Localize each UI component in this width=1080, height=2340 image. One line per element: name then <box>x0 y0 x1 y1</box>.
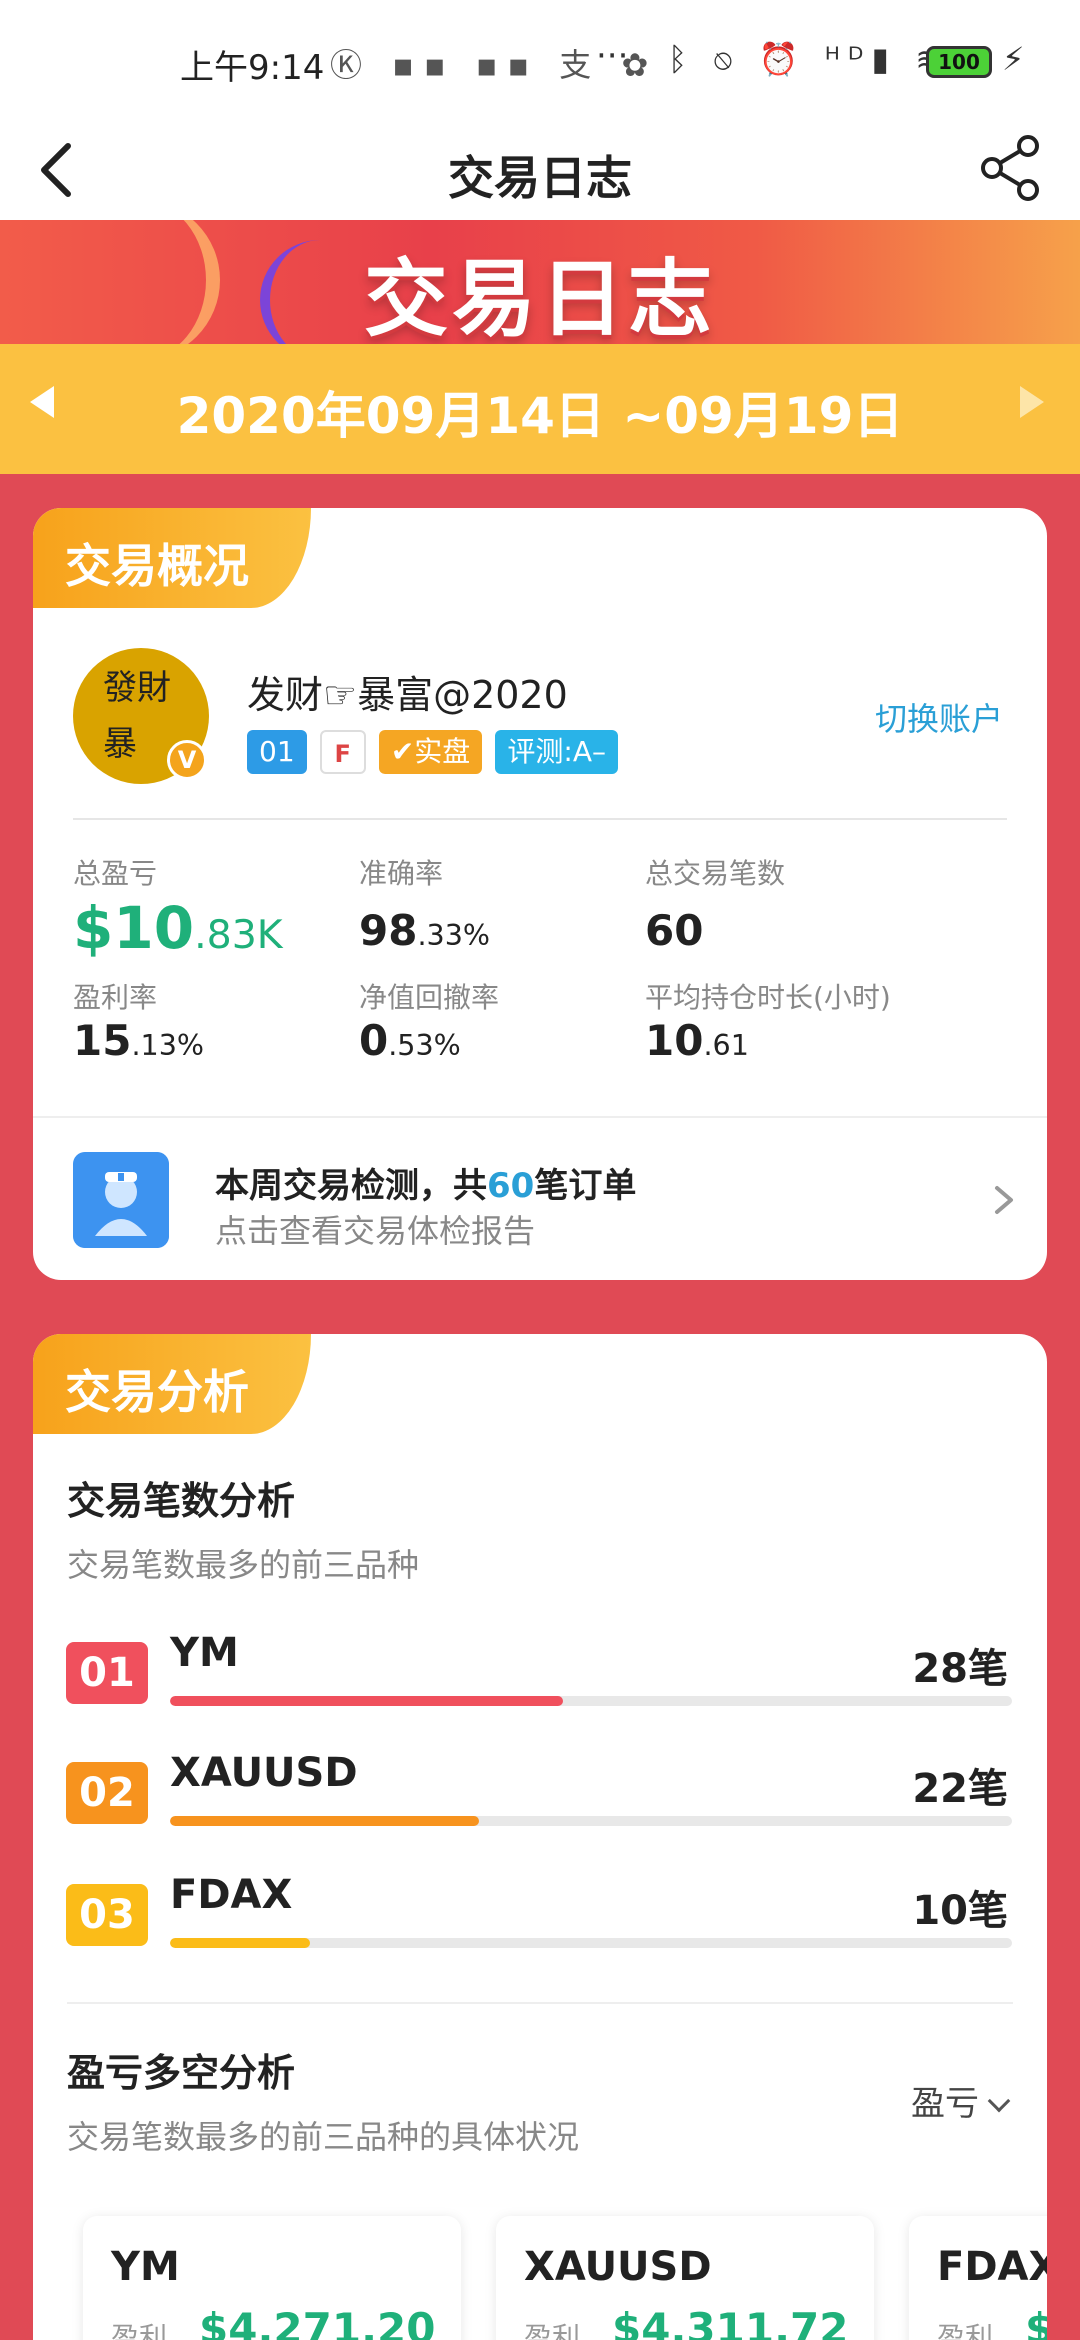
profit-rate-main: 15 <box>73 1016 132 1065</box>
overview-card: 交易概况 發財暴 V 发财☞暴富@2020 01 F ✔实盘 评测:A– 切换账… <box>33 508 1047 1280</box>
divider <box>33 1116 1047 1118</box>
rank-bar-fill <box>170 1696 563 1706</box>
avg-hold-decimal: .61 <box>703 1028 749 1062</box>
rank-badge: 03 <box>66 1884 148 1946</box>
drawdown-main: 0 <box>359 1016 389 1065</box>
divider <box>73 818 1007 820</box>
rank-bar-track <box>170 1816 1012 1826</box>
share-icon[interactable] <box>976 128 1046 208</box>
total-pl-main: $10 <box>73 894 195 962</box>
rank-bar-track <box>170 1938 1012 1948</box>
drawdown-decimal: .53% <box>388 1028 461 1062</box>
battery-icon: 100 <box>926 46 992 78</box>
avg-hold-value: 10.61 <box>645 1016 749 1065</box>
banner-title: 交易日志 <box>363 250 716 344</box>
symbol-card-value: $ <box>1025 2304 1047 2340</box>
trade-count-subtitle: 交易笔数最多的前三品种 <box>67 1546 420 1584</box>
nav-bar: 交易日志 <box>0 120 1080 220</box>
broker-logo-tag: F <box>319 730 366 774</box>
analysis-card: 交易分析 交易笔数分析 交易笔数最多的前三品种 01 YM 28笔 02 XAU… <box>33 1334 1047 2340</box>
drawdown-label: 净值回撤率 <box>359 981 500 1014</box>
verified-badge-icon: V <box>167 740 207 780</box>
next-week-icon[interactable] <box>1020 386 1044 418</box>
avg-hold-main: 10 <box>645 1016 704 1065</box>
symbol-card-label: 盈利 <box>937 2321 994 2340</box>
profit-rate-label: 盈利率 <box>73 981 158 1014</box>
trade-count-title: 交易笔数分析 <box>67 1479 296 1523</box>
rank-badge: 01 <box>66 1642 148 1704</box>
symbol-card-fdax[interactable]: FDAX 盈利 $ <box>909 2216 1047 2340</box>
profit-rate-decimal: .13% <box>131 1028 204 1062</box>
account-number-tag: 01 <box>247 730 307 774</box>
rank-bar-fill <box>170 1816 479 1826</box>
trade-check-title[interactable]: 本周交易检测，共60笔订单 <box>215 1158 636 1207</box>
rank-count: 10笔 <box>912 1888 1008 1934</box>
accuracy-decimal: .33% <box>417 918 490 952</box>
pl-type-dropdown-label: 盈亏 <box>911 2084 979 2124</box>
status-bar: 上午9:14 Ⓚ ▪▪ ▪▪ 支 ✿ ··· ᛒ ⍉ ⏰ ᴴᴰ▮ ≋ 100 ⚡ <box>0 0 1080 120</box>
switch-account-link[interactable]: 切换账户 <box>875 694 1003 740</box>
rank-symbol: XAUUSD <box>170 1750 358 1796</box>
divider <box>67 2002 1013 2004</box>
health-check-icon[interactable] <box>73 1152 169 1248</box>
total-pl-value: $10.83K <box>73 894 283 962</box>
rank-bar-track <box>170 1696 1012 1706</box>
profit-rate-value: 15.13% <box>73 1016 204 1065</box>
trade-check-subtitle[interactable]: 点击查看交易体检报告 <box>215 1206 535 1252</box>
chevron-down-icon <box>987 2089 1011 2113</box>
real-account-tag: ✔实盘 <box>378 730 483 774</box>
trade-check-title-post: 笔订单 <box>534 1166 637 1206</box>
status-time: 上午9:14 <box>180 48 325 88</box>
symbol-card-name: YM <box>111 2244 180 2290</box>
username: 发财☞暴富@2020 <box>247 673 568 717</box>
avg-hold-label: 平均持仓时长(小时) <box>645 981 891 1014</box>
rank-symbol: FDAX <box>170 1872 293 1918</box>
analysis-tab: 交易分析 <box>33 1334 311 1434</box>
rank-count: 22笔 <box>912 1766 1008 1812</box>
rating-tag: 评测:A– <box>495 730 618 774</box>
overview-tab: 交易概况 <box>33 508 311 608</box>
system-icons: ᛒ ⍉ ⏰ ᴴᴰ▮ ≋ <box>668 40 951 78</box>
drawdown-value: 0.53% <box>359 1016 461 1065</box>
accuracy-label: 准确率 <box>359 857 444 890</box>
pl-analysis-subtitle: 交易笔数最多的前三品种的具体状况 <box>67 2118 580 2156</box>
date-range-bar: 2020年09月14日 ~09月19日 <box>0 344 1080 474</box>
symbol-card-ym[interactable]: YM 盈利 $4,271.20 <box>83 2216 461 2340</box>
overview-tab-label: 交易概况 <box>65 539 249 593</box>
accuracy-value: 98.33% <box>359 906 490 955</box>
analysis-tab-label: 交易分析 <box>65 1365 249 1419</box>
symbol-card-label: 盈利 <box>111 2321 168 2340</box>
chevron-right-icon[interactable] <box>983 1180 1023 1220</box>
rank-badge: 02 <box>66 1762 148 1824</box>
symbol-card-xauusd[interactable]: XAUUSD 盈利 $4,311.72 <box>496 2216 874 2340</box>
rank-bar-fill <box>170 1938 311 1948</box>
symbol-card-name: XAUUSD <box>524 2244 712 2290</box>
charging-icon: ⚡ <box>1002 40 1025 78</box>
trade-check-count: 60 <box>487 1166 535 1206</box>
total-trades-value: 60 <box>645 906 704 955</box>
symbol-card-value: $4,271.20 <box>199 2304 436 2340</box>
total-trades-label: 总交易笔数 <box>645 857 786 890</box>
date-range: 2020年09月14日 ~09月19日 <box>176 387 904 445</box>
rank-count: 28笔 <box>912 1646 1008 1692</box>
symbol-card-name: FDAX <box>937 2244 1047 2290</box>
rank-symbol: YM <box>170 1630 239 1676</box>
pl-type-dropdown[interactable]: 盈亏 <box>911 2076 1011 2125</box>
page-title: 交易日志 <box>448 151 632 205</box>
pl-analysis-title: 盈亏多空分析 <box>67 2051 296 2095</box>
total-pl-label: 总盈亏 <box>73 857 158 890</box>
account-tags: 01 F ✔实盘 评测:A– <box>247 730 626 774</box>
more-notifications-icon: ··· <box>596 36 629 76</box>
trade-check-title-pre: 本周交易检测，共 <box>215 1166 487 1206</box>
accuracy-main: 98 <box>359 906 418 955</box>
banner: 交易日志 <box>0 220 1080 344</box>
total-pl-decimal: .83K <box>194 912 283 958</box>
symbol-card-value: $4,311.72 <box>612 2304 849 2340</box>
symbol-card-label: 盈利 <box>524 2321 581 2340</box>
